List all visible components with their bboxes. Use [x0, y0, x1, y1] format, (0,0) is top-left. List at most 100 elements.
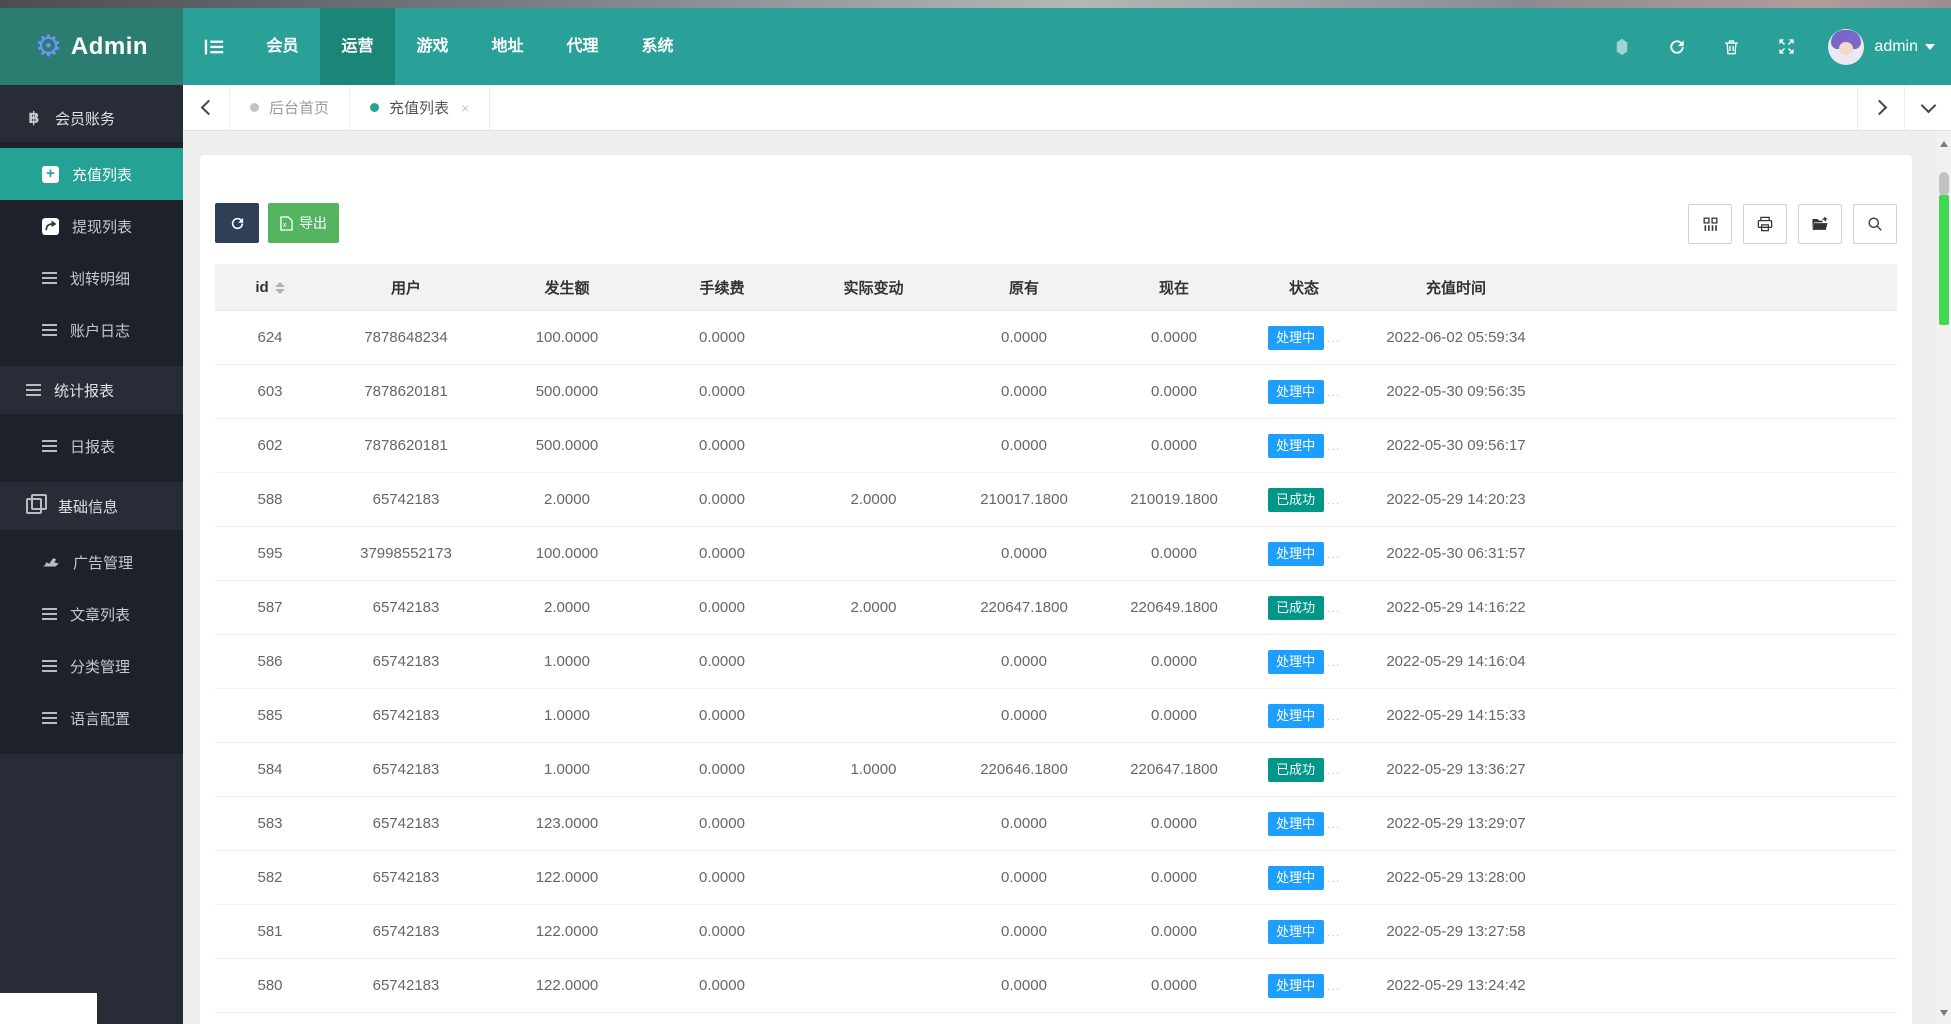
sidebar-group-0[interactable]: ฿ 会员账务 — [0, 94, 183, 142]
cell-before: 0.0000 — [950, 418, 1098, 473]
sidebar-item-2-1[interactable]: 文章列表 — [0, 588, 183, 640]
cell-before: 0.0000 — [950, 688, 1098, 743]
status-badge: 处理中 — [1267, 811, 1324, 836]
cell-fee: 0.0000 — [647, 904, 797, 959]
theme-gem-icon[interactable] — [1594, 8, 1649, 85]
tabs-scroll-right-button[interactable] — [1857, 85, 1904, 130]
sidebar-item-0-3[interactable]: 账户日志 — [0, 304, 183, 356]
sidebar-item-label: 分类管理 — [70, 658, 131, 676]
cell-amount: 2.0000 — [487, 472, 647, 527]
cell-change: 2.0000 — [797, 580, 950, 635]
cell-time: 2022-05-29 13:36:27 — [1358, 742, 1554, 797]
fullscreen-icon[interactable] — [1759, 8, 1814, 85]
sidebar-item-0-0[interactable]: + 充值列表 — [0, 148, 183, 200]
tab-0[interactable]: 后台首页 — [230, 85, 351, 130]
cell-after: 210019.1800 — [1098, 472, 1250, 527]
sidebar-group-2[interactable]: 基础信息 — [0, 482, 183, 530]
cell-after: 0.0000 — [1098, 526, 1250, 581]
sort-icon[interactable] — [274, 281, 285, 294]
cell-status: 处理中... — [1250, 364, 1358, 419]
table-row: 587 65742183 2.0000 0.0000 2.0000 220647.1800… — [215, 580, 1897, 635]
print-button[interactable] — [1743, 204, 1787, 244]
table-row: 584 65742183 1.0000 0.0000 1.0000 220646.1800… — [215, 742, 1897, 797]
tabbar: 后台首页 充值列表 × — [183, 85, 1951, 131]
cell-filler — [1554, 1012, 1897, 1024]
export-button[interactable]: x 导出 — [268, 203, 339, 243]
cell-status: 处理中... — [1250, 418, 1358, 473]
scrollbar-down-arrow[interactable] — [1937, 1006, 1951, 1020]
nav-item-1[interactable]: 运营 — [320, 8, 395, 85]
sidebar-group-1[interactable]: 统计报表 — [0, 366, 183, 414]
columns-filter-button[interactable] — [1688, 204, 1732, 244]
tab-label: 后台首页 — [269, 100, 330, 117]
refresh-icon[interactable] — [1649, 8, 1704, 85]
cell-user: 37998552173 — [325, 526, 487, 581]
nav-item-3[interactable]: 地址 — [470, 8, 545, 85]
cell-amount: 500.0000 — [487, 364, 647, 419]
share-icon — [42, 217, 59, 235]
cell-id: 579 — [215, 1012, 325, 1024]
cell-fee: 0.0000 — [647, 1012, 797, 1024]
sidebar-item-2-2[interactable]: 分类管理 — [0, 640, 183, 692]
nav-item-5[interactable]: 系统 — [620, 8, 695, 85]
sidebar-item-2-3[interactable]: 语言配置 — [0, 692, 183, 744]
cell-filler — [1554, 958, 1897, 1013]
cell-id: 587 — [215, 580, 325, 635]
cell-user: 65742183 — [325, 472, 487, 527]
table-row: 585 65742183 1.0000 0.0000 0.0000 0.0000 处理中..… — [215, 688, 1897, 743]
collapse-menu-icon[interactable] — [183, 8, 245, 85]
cell-user: 65742183 — [325, 580, 487, 635]
status-ellipsis: ... — [1326, 653, 1341, 669]
cell-change — [797, 634, 950, 689]
sidebar-item-0-1[interactable]: 提现列表 — [0, 200, 183, 252]
tab-dot-icon — [250, 103, 259, 112]
cell-fee: 0.0000 — [647, 526, 797, 581]
cell-change — [797, 958, 950, 1013]
cell-time: 2022-05-29 13:27:58 — [1358, 904, 1554, 959]
sidebar-item-2-0[interactable]: 广告管理 — [0, 536, 183, 588]
cell-after: 0.0000 — [1098, 688, 1250, 743]
cell-filler — [1554, 472, 1897, 527]
cell-after: 0.0000 — [1098, 796, 1250, 851]
tabs-menu-button[interactable] — [1904, 85, 1951, 130]
scrollbar-thumb-green[interactable] — [1939, 195, 1949, 325]
recharge-list-card: x 导出 id 用户 发生额 手续费实际变动 原有 现在 状态 充值时间 624… — [200, 155, 1912, 1024]
username-label[interactable]: admin — [1874, 38, 1918, 56]
tab-label: 充值列表 — [389, 100, 450, 117]
cell-status: 处理中... — [1250, 310, 1358, 365]
cell-user: 7878648234 — [325, 310, 487, 365]
nav-item-0[interactable]: 会员 — [245, 8, 320, 85]
cell-time: 2022-05-29 14:16:22 — [1358, 580, 1554, 635]
cell-filler — [1554, 688, 1897, 743]
list-icon — [42, 712, 57, 724]
table-header: id 用户 发生额 手续费 实际变动 原有 现在 状态 充值时间 — [215, 264, 1897, 311]
cell-before: 0.0000 — [950, 310, 1098, 365]
cell-id: 581 — [215, 904, 325, 959]
cell-time: 2022-05-29 13:28:00 — [1358, 850, 1554, 905]
column-header-0: id — [215, 264, 325, 311]
sidebar-item-0-2[interactable]: 划转明细 — [0, 252, 183, 304]
sidebar-item-1-0[interactable]: 日报表 — [0, 420, 183, 472]
user-avatar[interactable] — [1828, 28, 1865, 65]
cell-status: 已成功... — [1250, 580, 1358, 635]
scrollbar-up-arrow[interactable] — [1937, 137, 1951, 151]
nav-item-4[interactable]: 代理 — [545, 8, 620, 85]
user-menu-caret-icon[interactable] — [1925, 43, 1935, 50]
cell-amount: 100.0000 — [487, 526, 647, 581]
trash-icon[interactable] — [1704, 8, 1759, 85]
scrollbar-thumb-gray[interactable] — [1939, 172, 1949, 196]
table-row: 602 7878620181 500.0000 0.0000 0.0000 0.0000 处… — [215, 418, 1897, 473]
export-data-button[interactable] — [1798, 204, 1842, 244]
tabs-scroll-left-button[interactable] — [183, 85, 230, 130]
cell-after: 0.0000 — [1098, 1012, 1250, 1024]
search-button[interactable] — [1853, 204, 1897, 244]
excel-file-icon: x — [280, 215, 293, 231]
nav-item-2[interactable]: 游戏 — [395, 8, 470, 85]
table-row: 624 7878648234 100.0000 0.0000 0.0000 0.0000 处… — [215, 310, 1897, 365]
tab-1[interactable]: 充值列表 × — [350, 85, 491, 130]
ad-icon — [42, 555, 60, 569]
cell-change — [797, 364, 950, 419]
tab-close-icon[interactable]: × — [461, 100, 469, 116]
cell-filler — [1554, 796, 1897, 851]
refresh-table-button[interactable] — [215, 203, 259, 243]
